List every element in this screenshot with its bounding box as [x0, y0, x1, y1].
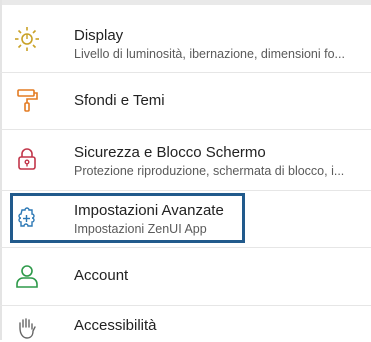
settings-item-account[interactable]: Account [0, 248, 371, 304]
settings-item-title: Display [74, 27, 124, 44]
hand-icon [14, 316, 40, 342]
paint-roller-icon [14, 87, 40, 113]
settings-item-title: Impostazioni Avanzate [74, 202, 224, 219]
settings-item-subtitle: Impostazioni ZenUI App [74, 222, 207, 236]
settings-item-display[interactable]: Display Livello di luminosità, ibernazio… [0, 8, 371, 66]
settings-item-subtitle: Livello di luminosità, ibernazione, dime… [74, 47, 345, 61]
person-icon [14, 263, 40, 289]
settings-item-title: Accessibilità [74, 317, 157, 334]
settings-item-title: Sicurezza e Blocco Schermo [74, 144, 266, 161]
display-brightness-icon [14, 26, 40, 52]
settings-item-title: Sfondi e Temi [74, 92, 165, 109]
settings-item-wallpapers-themes[interactable]: Sfondi e Temi [0, 73, 371, 128]
puzzle-plus-icon [14, 205, 40, 231]
padlock-icon [14, 146, 40, 172]
settings-item-title: Account [74, 267, 129, 284]
settings-item-advanced-settings[interactable]: Impostazioni Avanzate Impostazioni ZenUI… [0, 191, 371, 245]
top-edge [0, 0, 371, 5]
settings-item-subtitle: Protezione riproduzione, schermata di bl… [74, 164, 345, 178]
settings-item-security-lockscreen[interactable]: Sicurezza e Blocco Schermo Protezione ri… [0, 130, 371, 188]
settings-item-accessibility[interactable]: Accessibilità [0, 306, 371, 340]
